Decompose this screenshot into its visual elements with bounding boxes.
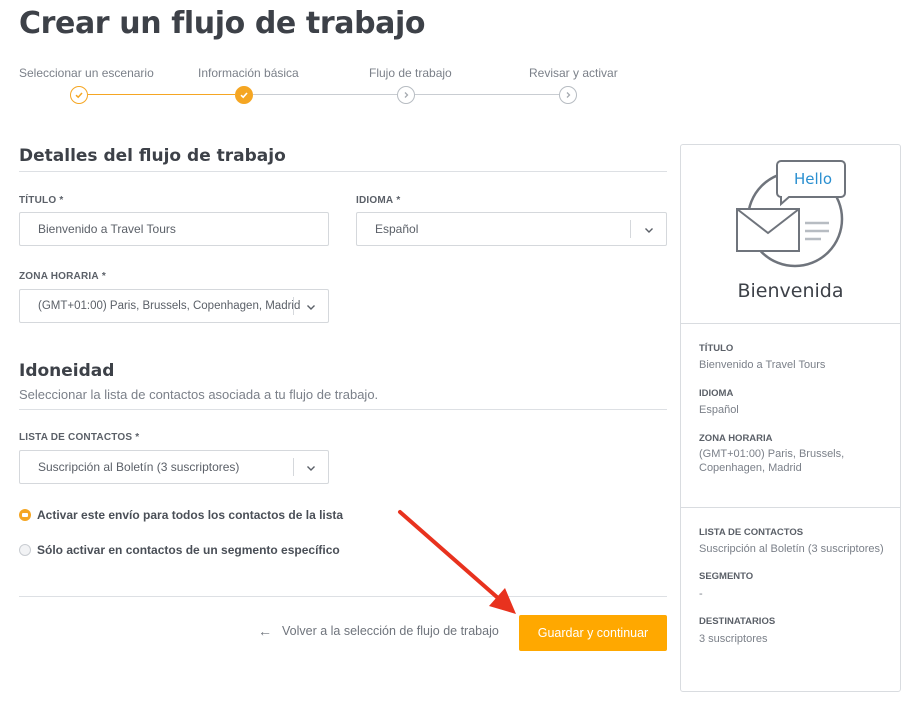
step-basic-info-check-icon[interactable]: [235, 86, 253, 104]
step-connector-done: [88, 94, 235, 95]
step-connector: [253, 94, 397, 95]
summary-title-label: TÍTULO: [699, 343, 734, 354]
timezone-select[interactable]: (GMT+01:00) Paris, Brussels, Copenhagen,…: [19, 289, 329, 323]
step-label-workflow: Flujo de trabajo: [369, 66, 452, 80]
arrow-left-icon: ←: [258, 623, 272, 639]
select-separator: [293, 458, 294, 476]
select-separator: [293, 297, 294, 315]
language-select-value: Español: [375, 222, 419, 236]
title-field-label: TÍTULO *: [19, 195, 63, 206]
required-mark: *: [396, 195, 401, 206]
title-input-value: Bienvenido a Travel Tours: [38, 222, 176, 236]
step-connector: [415, 94, 559, 95]
step-label-basic-info: Información básica: [198, 66, 299, 80]
timezone-select-value: (GMT+01:00) Paris, Brussels, Copenhagen,…: [38, 300, 301, 312]
timezone-label-text: ZONA HORARIA: [19, 271, 99, 282]
language-select[interactable]: Español: [356, 212, 667, 246]
eligibility-heading: Idoneidad: [19, 361, 115, 381]
summary-timezone-label: ZONA HORARIA: [699, 433, 773, 444]
envelope-speech-bubble-icon: Hello: [736, 160, 846, 268]
summary-contact-list-value: Suscripción al Boletín (3 suscriptores): [699, 543, 884, 555]
required-mark: *: [59, 195, 64, 206]
step-label-scenario: Seleccionar un escenario: [19, 66, 154, 80]
title-input[interactable]: Bienvenido a Travel Tours: [19, 212, 329, 246]
title-label-text: TÍTULO: [19, 195, 57, 206]
back-to-workflow-selection-link[interactable]: ← Volver a la selección de flujo de trab…: [258, 623, 499, 639]
radio-all-contacts[interactable]: Activar este envío para todos los contac…: [19, 508, 343, 522]
summary-segment-value: -: [699, 588, 703, 600]
radio-all-contacts-label: Activar este envío para todos los contac…: [37, 508, 344, 522]
contact-list-label-text: LISTA DE CONTACTOS: [19, 432, 133, 443]
eligibility-divider: [19, 409, 667, 410]
details-heading: Detalles del flujo de trabajo: [19, 146, 286, 166]
language-field-label: IDIOMA *: [356, 195, 400, 206]
page-title: Crear un flujo de trabajo: [19, 6, 426, 41]
summary-timezone-value: (GMT+01:00) Paris, Brussels, Copenhagen,…: [699, 448, 845, 474]
step-workflow-chevron-right-icon[interactable]: [397, 86, 415, 104]
save-and-continue-button[interactable]: Guardar y continuar: [519, 615, 667, 651]
summary-contact-list-label: LISTA DE CONTACTOS: [699, 527, 804, 538]
summary-card: Hello Bienvenida TÍTULO Bienvenido a Tra…: [680, 144, 901, 692]
timezone-field-label: ZONA HORARIA *: [19, 271, 106, 282]
contact-list-select-value: Suscripción al Boletín (3 suscriptores): [38, 460, 240, 474]
radio-segment-only-label: Sólo activar en contactos de un segmento…: [37, 543, 340, 557]
chevron-down-icon: [307, 305, 315, 310]
select-separator: [630, 220, 631, 238]
summary-divider: [681, 507, 900, 508]
summary-segment-label: SEGMENTO: [699, 571, 754, 582]
eligibility-subtitle: Seleccionar la lista de contactos asocia…: [19, 387, 379, 402]
footer-divider: [19, 596, 667, 597]
step-label-review: Revisar y activar: [529, 66, 618, 80]
step-review-chevron-right-icon[interactable]: [559, 86, 577, 104]
summary-language-label: IDIOMA: [699, 388, 734, 399]
details-divider: [19, 171, 667, 172]
required-mark: *: [135, 432, 140, 443]
back-link-label: Volver a la selección de flujo de trabaj…: [282, 624, 499, 638]
bubble-hello-text: Hello: [794, 170, 832, 188]
radio-segment-only[interactable]: Sólo activar en contactos de un segmento…: [19, 543, 340, 557]
contact-list-select[interactable]: Suscripción al Boletín (3 suscriptores): [19, 450, 329, 484]
required-mark: *: [101, 271, 106, 282]
chevron-down-icon: [307, 466, 315, 471]
radio-selected-icon[interactable]: [19, 509, 31, 521]
contact-list-field-label: LISTA DE CONTACTOS *: [19, 432, 139, 443]
summary-recipients-value: 3 suscriptores: [699, 633, 768, 645]
summary-title-value: Bienvenido a Travel Tours: [699, 359, 826, 371]
chevron-down-icon: [645, 228, 653, 233]
radio-unselected-icon[interactable]: [19, 544, 31, 556]
summary-language-value: Español: [699, 404, 739, 416]
summary-divider: [681, 323, 900, 324]
language-label-text: IDIOMA: [356, 195, 394, 206]
summary-heading: Bienvenida: [737, 280, 844, 302]
step-scenario-check-icon[interactable]: [70, 86, 88, 104]
summary-recipients-label: DESTINATARIOS: [699, 616, 776, 627]
